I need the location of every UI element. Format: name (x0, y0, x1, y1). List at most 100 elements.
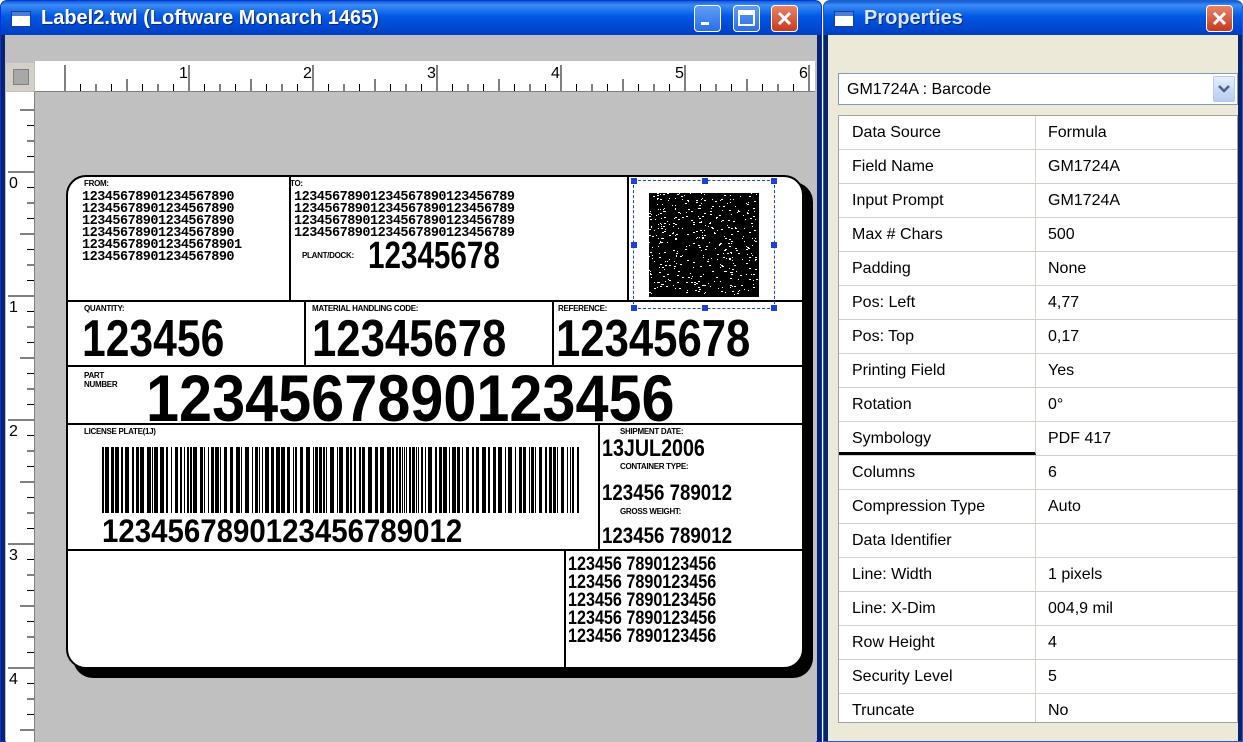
container-type-caption: CONTAINER TYPE: (620, 462, 689, 471)
property-value[interactable]: GM1724A (1037, 184, 1237, 217)
property-value[interactable] (1037, 524, 1237, 557)
barcode-bar (211, 447, 214, 513)
property-row[interactable]: Pos: Left 4,77 (839, 286, 1237, 320)
object-selector-dropdown[interactable]: GM1724A : Barcode (838, 73, 1238, 105)
property-row[interactable]: Security Level 5 (839, 660, 1237, 694)
barcode-bar (396, 447, 398, 513)
chevron-down-icon (1218, 85, 1230, 93)
property-name: Line: Width (839, 558, 1036, 591)
barcode-bar (102, 447, 104, 513)
property-row[interactable]: Field Name GM1724A (839, 150, 1237, 184)
property-value[interactable]: PDF 417 (1037, 422, 1237, 455)
close-button[interactable] (771, 5, 798, 32)
property-value[interactable]: Auto (1037, 490, 1237, 523)
properties-window-icon (834, 11, 854, 27)
resize-handle[interactable] (771, 242, 777, 248)
container-type-value: 123456 789012 (602, 480, 732, 505)
barcode-bar (354, 447, 356, 513)
license-plate-barcode[interactable] (102, 447, 582, 513)
resize-handle[interactable] (702, 178, 708, 184)
object-selector-value: GM1724A : Barcode (847, 81, 992, 98)
ruler-label: 6 (799, 65, 808, 82)
barcode-bar (105, 447, 109, 513)
label-window-titlebar[interactable]: Label2.twl (Loftware Monarch 1465) (1, 1, 821, 35)
property-value[interactable]: 4,77 (1037, 286, 1237, 319)
barcode-bar (567, 447, 568, 513)
property-value[interactable]: Formula (1037, 116, 1237, 149)
barcode-bar (508, 447, 512, 513)
property-row[interactable]: Row Height 4 (839, 626, 1237, 660)
ruler-label: 4 (551, 65, 560, 82)
property-value[interactable]: 004,9 mil (1037, 592, 1237, 625)
property-value[interactable]: 0° (1037, 388, 1237, 421)
property-value[interactable]: 6 (1037, 456, 1237, 489)
property-row[interactable]: Data Identifier (839, 524, 1237, 558)
barcode-bar (313, 447, 314, 513)
vertical-ruler: 0 1 2 3 4 (6, 92, 35, 742)
property-row[interactable]: Line: Width 1 pixels (839, 558, 1237, 592)
barcode-bar (293, 447, 294, 513)
barcode-bar (255, 447, 258, 513)
barcode-bar (529, 447, 530, 513)
dropdown-button[interactable] (1213, 76, 1235, 102)
barcode-bar (152, 447, 153, 513)
property-row[interactable]: Symbology PDF 417 (839, 422, 1237, 456)
resize-handle[interactable] (631, 242, 637, 248)
property-value[interactable]: 5 (1037, 660, 1237, 693)
property-name: Input Prompt (839, 184, 1036, 217)
bottom-line: 123456 7890123456 (568, 626, 717, 647)
property-row[interactable]: Pos: Top 0,17 (839, 320, 1237, 354)
property-name: Padding (839, 252, 1036, 285)
maximize-button[interactable] (733, 5, 760, 32)
resize-handle[interactable] (631, 178, 637, 184)
properties-close-button[interactable] (1206, 5, 1233, 32)
ruler-label: 1 (179, 65, 188, 82)
barcode-bar (418, 447, 419, 513)
property-name: Columns (839, 456, 1036, 489)
barcode-bar (476, 447, 479, 513)
barcode-bar (412, 447, 415, 513)
resize-handle[interactable] (771, 305, 777, 311)
barcode-bar (281, 447, 285, 513)
barcode-bar (215, 447, 219, 513)
property-value[interactable]: Yes (1037, 354, 1237, 387)
part-caption: NUMBER (84, 380, 118, 389)
ruler-corner-button[interactable] (6, 63, 34, 91)
property-row[interactable]: Columns 6 (839, 456, 1237, 490)
resize-handle[interactable] (771, 178, 777, 184)
property-row[interactable]: Data Source Formula (839, 116, 1237, 150)
barcode-bar (577, 447, 579, 513)
barcode-bar (557, 447, 558, 513)
property-value[interactable]: GM1724A (1037, 150, 1237, 183)
property-row[interactable]: Max # Chars 500 (839, 218, 1237, 252)
property-row[interactable]: Compression Type Auto (839, 490, 1237, 524)
label-design-surface[interactable]: FROM: TO: 12345678901234567890 123456789… (66, 175, 804, 669)
property-value[interactable]: 0,17 (1037, 320, 1237, 353)
property-name: Symbology (839, 422, 1036, 455)
divider-line (552, 302, 554, 365)
minimize-button[interactable] (694, 5, 721, 32)
barcode-bar (428, 447, 432, 513)
ruler-label: 4 (9, 671, 18, 688)
property-value[interactable]: No (1037, 694, 1237, 722)
barcode-bar (519, 447, 522, 513)
property-value[interactable]: 4 (1037, 626, 1237, 659)
selection-box[interactable] (631, 178, 777, 311)
barcode-bar (339, 447, 343, 513)
property-row[interactable]: Rotation 0° (839, 388, 1237, 422)
property-row[interactable]: Input Prompt GM1724A (839, 184, 1237, 218)
barcode-bar (462, 447, 463, 513)
barcode-bar (539, 447, 542, 513)
minimize-icon (701, 22, 709, 25)
property-value[interactable]: 1 pixels (1037, 558, 1237, 591)
property-name: Rotation (839, 388, 1036, 421)
property-value[interactable]: None (1037, 252, 1237, 285)
property-row[interactable]: Truncate No (839, 694, 1237, 722)
property-value[interactable]: 500 (1037, 218, 1237, 251)
property-row[interactable]: Line: X-Dim 004,9 mil (839, 592, 1237, 626)
properties-titlebar[interactable]: Properties (824, 1, 1242, 35)
barcode-bar (245, 447, 249, 513)
property-row[interactable]: Padding None (839, 252, 1237, 286)
property-row[interactable]: Printing Field Yes (839, 354, 1237, 388)
barcode-bar (187, 447, 189, 513)
